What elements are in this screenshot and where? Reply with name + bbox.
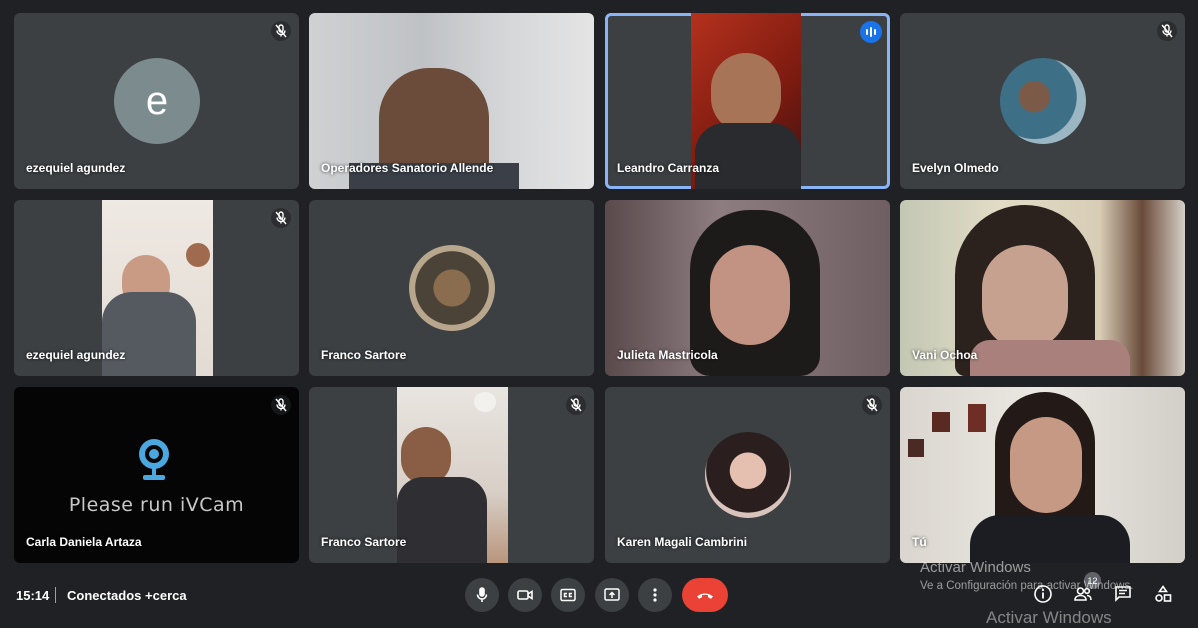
clock: 15:14: [16, 588, 50, 603]
more-options-button[interactable]: [638, 578, 672, 612]
meeting-name: Conectados +cerca: [67, 588, 187, 603]
participant-name: Carla Daniela Artaza: [26, 535, 142, 549]
participant-tile[interactable]: e ezequiel agundez: [14, 13, 299, 189]
participant-tile-self[interactable]: Tú: [900, 387, 1185, 563]
activities-icon: [1155, 585, 1172, 602]
windows-activation-hint: Ve a Configuración para activar Windows.: [920, 580, 1134, 592]
person-figure: [710, 245, 790, 345]
captions-button[interactable]: [551, 578, 585, 612]
participant-tile[interactable]: Evelyn Olmedo: [900, 13, 1185, 189]
present-icon: [604, 588, 620, 601]
mic-off-icon: [1157, 21, 1177, 41]
participant-tile[interactable]: Operadores Sanatorio Allende: [309, 13, 594, 189]
participant-name: ezequiel agundez: [26, 348, 126, 362]
avatar: [1000, 58, 1086, 144]
participant-tile[interactable]: Julieta Mastricola: [605, 200, 890, 376]
wall-picture: [908, 439, 924, 457]
participant-tile[interactable]: Franco Sartore: [309, 200, 594, 376]
mic-off-icon: [271, 21, 291, 41]
wall-picture: [932, 412, 950, 432]
participant-name: Operadores Sanatorio Allende: [321, 161, 494, 175]
windows-activation-watermark-2: Activar Windows: [986, 608, 1112, 627]
person-figure: [982, 245, 1068, 350]
activities-button[interactable]: [1151, 582, 1175, 606]
participant-name: Tú: [912, 535, 927, 549]
wall-picture: [968, 404, 986, 432]
participant-name: Evelyn Olmedo: [912, 161, 999, 175]
mic-icon: [476, 587, 488, 602]
present-button[interactable]: [595, 578, 629, 612]
person-figure: [711, 53, 781, 133]
mic-off-icon: [271, 208, 291, 228]
participant-tile[interactable]: ezequiel agundez: [14, 200, 299, 376]
shirt: [970, 515, 1130, 563]
windows-activation-watermark: Activar Windows: [920, 559, 1031, 576]
webcam-icon: [136, 437, 172, 483]
wall-clock: [186, 243, 210, 267]
hangup-icon: [697, 593, 713, 599]
divider: [55, 587, 56, 603]
participant-tile[interactable]: Karen Magali Cambrini: [605, 387, 890, 563]
avatar: e: [114, 58, 200, 144]
participant-tile[interactable]: Franco Sartore: [309, 387, 594, 563]
ceiling-lamp: [474, 392, 496, 412]
avatar: [705, 432, 791, 518]
participant-name: Julieta Mastricola: [617, 348, 718, 362]
participant-name: Franco Sartore: [321, 535, 407, 549]
mic-off-icon: [862, 395, 882, 415]
speaking-indicator-icon: [860, 21, 882, 43]
participant-tile-active[interactable]: Leandro Carranza: [605, 13, 890, 189]
participant-name: Leandro Carranza: [617, 161, 720, 175]
participant-name: Vani Ochoa: [912, 348, 978, 362]
participant-name: Karen Magali Cambrini: [617, 535, 748, 549]
camera-button[interactable]: [508, 578, 542, 612]
camera-icon: [517, 590, 533, 600]
captions-icon: [560, 588, 576, 602]
ivcam-message: Please run iVCam: [68, 494, 245, 516]
shirt: [102, 292, 196, 376]
mic-button[interactable]: [465, 578, 499, 612]
participant-name: Franco Sartore: [321, 348, 407, 362]
participant-tile[interactable]: Vani Ochoa: [900, 200, 1185, 376]
shirt: [695, 123, 801, 189]
mic-off-icon: [566, 395, 586, 415]
avatar: [409, 245, 495, 331]
hangup-button[interactable]: [682, 578, 728, 612]
more-options-icon: [653, 588, 657, 602]
mic-off-icon: [271, 395, 291, 415]
person-figure: [1010, 417, 1082, 513]
participant-name: ezequiel agundez: [26, 161, 126, 175]
shirt: [397, 477, 487, 563]
shirt: [970, 340, 1130, 376]
participant-tile[interactable]: Please run iVCam Carla Daniela Artaza: [14, 387, 299, 563]
